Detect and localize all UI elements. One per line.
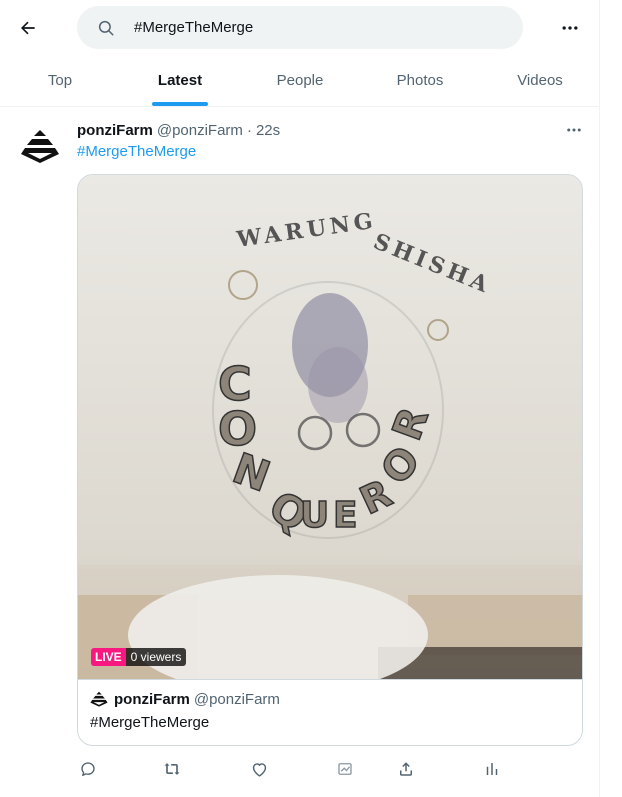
- search-input[interactable]: [132, 18, 496, 37]
- video-player[interactable]: WARUNG SHISHA C O N Q U E R O R LIVE 0 v…: [78, 175, 582, 679]
- more-horizontal-icon: [567, 128, 581, 132]
- tab-videos-label: Videos: [517, 71, 563, 89]
- tab-top-label: Top: [47, 71, 73, 89]
- reply-button[interactable]: [77, 758, 99, 780]
- video-frame-image: WARUNG SHISHA C O N Q U E R O R: [78, 175, 582, 679]
- more-options-button[interactable]: [556, 14, 584, 42]
- tweet[interactable]: ponziFarm @ponziFarm · 22s #MergeTheMerg…: [0, 108, 600, 797]
- tweet-hashtag-link[interactable]: #MergeTheMerge: [77, 143, 196, 160]
- search-box[interactable]: [77, 6, 523, 49]
- card-title: #MergeTheMerge: [90, 714, 210, 731]
- card-author-handle: @ponziFarm: [193, 690, 280, 708]
- svg-text:U: U: [300, 495, 329, 536]
- svg-text:E: E: [333, 495, 358, 536]
- search-results-page: Top Latest People Photos Videos ponziFar…: [0, 0, 600, 797]
- tweet-actions: [77, 758, 498, 780]
- analytics-icon: [486, 763, 498, 775]
- search-icon: [97, 19, 115, 37]
- live-label: LIVE: [91, 648, 126, 666]
- tab-photos-label: Photos: [396, 71, 444, 89]
- tab-latest-label: Latest: [157, 71, 203, 89]
- tab-people-label: People: [276, 71, 324, 89]
- retweet-icon: [164, 763, 180, 775]
- tab-videos[interactable]: Videos: [480, 56, 600, 106]
- tweet-header: ponziFarm @ponziFarm · 22s: [77, 122, 280, 139]
- more-horizontal-icon: [562, 26, 578, 30]
- author-display-name[interactable]: ponziFarm: [77, 122, 153, 139]
- share-icon: [400, 762, 412, 776]
- tab-top[interactable]: Top: [0, 56, 120, 106]
- top-bar: [0, 0, 600, 56]
- like-icon: [252, 762, 266, 777]
- pyramid-logo-icon: [90, 691, 108, 707]
- tab-latest[interactable]: Latest: [120, 56, 240, 106]
- tweet-timestamp[interactable]: 22s: [256, 122, 280, 139]
- share-button[interactable]: [395, 758, 417, 780]
- retweet-button[interactable]: [161, 758, 183, 780]
- card-author-name: ponziFarm: [114, 690, 190, 708]
- analytics-button[interactable]: [481, 758, 503, 780]
- search-tabs: Top Latest People Photos Videos: [0, 56, 600, 107]
- like-button[interactable]: [248, 758, 270, 780]
- broadcast-icon: [338, 763, 352, 775]
- broadcast-card-footer[interactable]: ponziFarm @ponziFarm #MergeTheMerge: [78, 679, 582, 745]
- separator-dot: ·: [246, 122, 252, 139]
- author-handle[interactable]: @ponziFarm: [157, 122, 243, 139]
- tab-photos[interactable]: Photos: [360, 56, 480, 106]
- broadcast-button[interactable]: [334, 758, 356, 780]
- card-avatar: [90, 690, 108, 708]
- broadcast-card[interactable]: WARUNG SHISHA C O N Q U E R O R LIVE 0 v…: [77, 174, 583, 746]
- tweet-more-button[interactable]: [560, 120, 588, 140]
- tab-people[interactable]: People: [240, 56, 360, 106]
- reply-icon: [81, 762, 95, 777]
- card-author: ponziFarm @ponziFarm: [90, 690, 570, 708]
- viewer-count: 0 viewers: [125, 648, 187, 666]
- arrow-left-icon: [21, 21, 35, 35]
- pyramid-logo-icon: [21, 130, 59, 163]
- live-badge: LIVE 0 viewers: [91, 648, 187, 666]
- active-tab-indicator: [152, 102, 208, 106]
- avatar[interactable]: [18, 124, 62, 168]
- back-button[interactable]: [14, 14, 42, 42]
